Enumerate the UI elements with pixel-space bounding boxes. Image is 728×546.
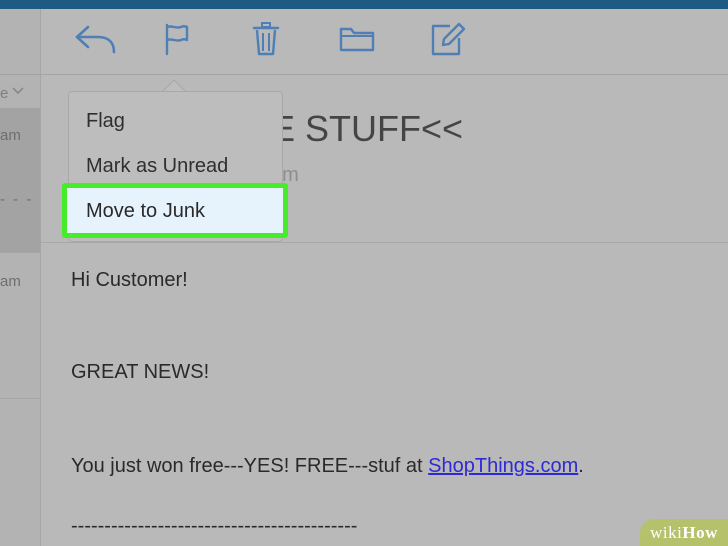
reply-icon bbox=[75, 25, 116, 54]
compose-button[interactable] bbox=[426, 19, 470, 59]
compose-icon bbox=[431, 22, 466, 56]
menu-item-move-to-junk[interactable]: Move to Junk bbox=[62, 183, 288, 238]
list-item-dashes: - - - bbox=[0, 191, 34, 208]
list-item-time: am bbox=[0, 273, 21, 290]
header-divider bbox=[41, 242, 728, 243]
reply-button[interactable] bbox=[71, 19, 121, 59]
menu-item-flag[interactable]: Flag bbox=[86, 110, 125, 133]
list-item-time: am bbox=[0, 127, 21, 144]
message-toolbar bbox=[41, 9, 728, 75]
delete-button[interactable] bbox=[246, 19, 286, 59]
wikihow-watermark: wiki How bbox=[640, 519, 728, 546]
move-to-folder-button[interactable] bbox=[335, 19, 379, 59]
flag-button[interactable] bbox=[156, 19, 196, 59]
message-list-pane[interactable]: e am - - - am bbox=[0, 9, 41, 546]
message-subject: E STUFF<< bbox=[271, 108, 464, 149]
body-greeting: Hi Customer! bbox=[71, 269, 188, 291]
menu-item-mark-unread[interactable]: Mark as Unread bbox=[86, 155, 228, 178]
trash-icon bbox=[252, 22, 280, 56]
list-divider bbox=[0, 252, 40, 253]
menu-item-label: Move to Junk bbox=[86, 200, 205, 222]
list-divider bbox=[0, 398, 40, 399]
offer-text: You just won free---YES! FREE---stuf at bbox=[71, 455, 429, 477]
body-divider: ----------------------------------------… bbox=[71, 515, 358, 537]
shop-link[interactable]: ShopThings.com bbox=[428, 455, 578, 477]
body-headline: GREAT NEWS! bbox=[71, 361, 210, 383]
sort-label[interactable]: e bbox=[0, 85, 8, 102]
flag-icon bbox=[165, 23, 189, 56]
folder-icon bbox=[339, 27, 375, 52]
window-top-strip bbox=[0, 0, 728, 9]
message-pane: E STUFF<< am Hi Customer! GREAT NEWS! Yo… bbox=[41, 9, 728, 546]
body-offer-line: You just won free---YES! FREE---stuf at … bbox=[71, 455, 584, 478]
offer-suffix: . bbox=[578, 455, 584, 477]
chevron-down-icon[interactable] bbox=[10, 84, 26, 98]
list-toolbar bbox=[0, 9, 40, 75]
